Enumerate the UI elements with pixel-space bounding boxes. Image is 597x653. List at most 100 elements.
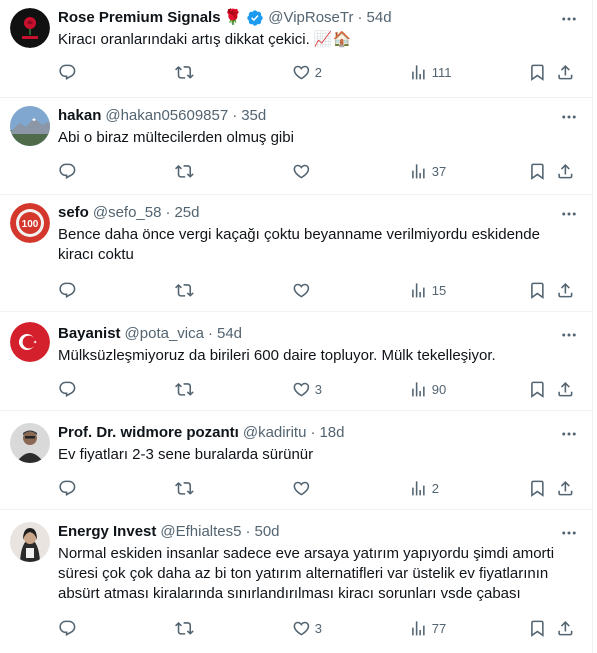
retweet-button[interactable]	[175, 161, 198, 181]
display-name[interactable]: hakan	[58, 106, 101, 126]
handle[interactable]: @pota_vica	[125, 324, 204, 344]
bookmark-button[interactable]	[528, 379, 547, 399]
views-button[interactable]: 37	[409, 161, 446, 181]
views-button[interactable]: 77	[409, 618, 446, 638]
heart-icon	[293, 164, 310, 179]
share-button[interactable]	[556, 618, 575, 638]
timestamp[interactable]: 18d	[319, 423, 344, 443]
reply-icon	[59, 282, 76, 298]
retweet-icon	[175, 283, 194, 297]
reply-button[interactable]	[58, 280, 81, 300]
like-button[interactable]	[292, 478, 315, 498]
retweet-button[interactable]	[175, 478, 198, 498]
timestamp[interactable]: 50d	[254, 522, 279, 542]
reply-button[interactable]	[58, 478, 81, 498]
reply-button[interactable]	[58, 62, 81, 82]
tweet-actions: 3 77	[58, 618, 580, 638]
analytics-icon	[412, 620, 425, 636]
tweet-text: Mülksüzleşmiyoruz da birileri 600 daire …	[58, 347, 496, 364]
analytics-icon	[412, 381, 425, 397]
views-button[interactable]: 111	[409, 62, 452, 82]
retweet-icon	[175, 382, 194, 396]
handle[interactable]: @sefo_58	[93, 203, 162, 223]
bookmark-button[interactable]	[528, 161, 547, 181]
retweet-button[interactable]	[175, 379, 198, 399]
analytics-icon	[412, 163, 425, 179]
tweet[interactable]: 100 sefo @sefo_58 · 25d Bence daha önce …	[0, 195, 593, 312]
reply-icon	[59, 480, 76, 496]
tweet[interactable]: Rose Premium Signals 🌹 @VipRoseTr · 54d …	[0, 0, 593, 98]
display-name[interactable]: Rose Premium Signals	[58, 8, 221, 28]
handle[interactable]: @VipRoseTr	[268, 8, 353, 28]
bookmark-button[interactable]	[528, 62, 547, 82]
views-button[interactable]: 2	[409, 478, 439, 498]
like-button[interactable]	[292, 280, 315, 300]
like-button[interactable]	[292, 161, 315, 181]
more-options-icon[interactable]	[559, 9, 579, 29]
retweet-button[interactable]	[175, 618, 198, 638]
timestamp[interactable]: 25d	[174, 203, 199, 223]
reply-button[interactable]	[58, 379, 81, 399]
timestamp[interactable]: 54d	[217, 324, 242, 344]
handle[interactable]: @kadiritu	[243, 423, 307, 443]
bookmark-icon	[531, 163, 544, 180]
like-button[interactable]: 2	[292, 62, 322, 82]
share-icon	[558, 163, 573, 179]
views-button[interactable]: 15	[409, 280, 446, 300]
avatar[interactable]	[10, 423, 50, 463]
verified-badge-icon	[247, 10, 263, 26]
handle[interactable]: @hakan05609857	[105, 106, 228, 126]
bookmark-button[interactable]	[528, 280, 547, 300]
bookmark-icon	[531, 381, 544, 398]
more-options-icon[interactable]	[559, 523, 579, 543]
retweet-button[interactable]	[175, 62, 198, 82]
heart-icon	[293, 65, 310, 80]
tweet-text: Abi o biraz mültecilerden olmuş gibi	[58, 129, 294, 146]
more-options-icon[interactable]	[559, 204, 579, 224]
bookmark-button[interactable]	[528, 618, 547, 638]
like-button[interactable]: 3	[292, 379, 322, 399]
share-button[interactable]	[556, 280, 575, 300]
tweet-header: Rose Premium Signals 🌹 @VipRoseTr · 54d	[58, 8, 553, 28]
tweet-text: Normal eskiden insanlar sadece eve arsay…	[58, 545, 555, 602]
avatar[interactable]	[10, 522, 50, 562]
retweet-icon	[175, 481, 194, 495]
more-options-icon[interactable]	[559, 325, 579, 345]
retweet-button[interactable]	[175, 280, 198, 300]
bookmark-button[interactable]	[528, 478, 547, 498]
share-button[interactable]	[556, 62, 575, 82]
display-name[interactable]: sefo	[58, 203, 89, 223]
bookmark-icon	[531, 480, 544, 497]
more-options-icon[interactable]	[559, 107, 579, 127]
display-name[interactable]: Bayanist	[58, 324, 121, 344]
bookmark-icon	[531, 64, 544, 81]
reply-icon	[59, 381, 76, 397]
share-button[interactable]	[556, 379, 575, 399]
views-button[interactable]: 90	[409, 379, 446, 399]
separator-dot: ·	[245, 523, 251, 540]
handle[interactable]: @Efhialtes5	[160, 522, 241, 542]
tweet[interactable]: Prof. Dr. widmore pozantı @kadiritu · 18…	[0, 411, 593, 510]
avatar[interactable]	[10, 8, 50, 48]
share-button[interactable]	[556, 161, 575, 181]
avatar[interactable]: 100	[10, 203, 50, 243]
tweet[interactable]: Energy Invest @Efhialtes5 · 50d Normal e…	[0, 510, 593, 653]
mountain-landscape-icon	[10, 106, 50, 146]
avatar[interactable]	[10, 106, 50, 146]
more-options-icon[interactable]	[559, 424, 579, 444]
reply-button[interactable]	[58, 161, 81, 181]
reply-feed: Rose Premium Signals 🌹 @VipRoseTr · 54d …	[0, 0, 593, 653]
share-button[interactable]	[556, 478, 575, 498]
tweet[interactable]: hakan @hakan05609857 · 35d Abi o biraz m…	[0, 98, 593, 195]
display-name[interactable]: Prof. Dr. widmore pozantı	[58, 423, 239, 443]
timestamp[interactable]: 54d	[367, 8, 392, 28]
timestamp[interactable]: 35d	[241, 106, 266, 126]
analytics-icon	[412, 480, 425, 496]
svg-text:100: 100	[22, 219, 39, 230]
display-name[interactable]: Energy Invest	[58, 522, 156, 542]
avatar[interactable]	[10, 322, 50, 362]
share-icon	[558, 282, 573, 298]
tweet[interactable]: Bayanist @pota_vica · 54d Mülksüzleşmiyo…	[0, 312, 593, 411]
reply-button[interactable]	[58, 618, 81, 638]
like-button[interactable]: 3	[292, 618, 322, 638]
